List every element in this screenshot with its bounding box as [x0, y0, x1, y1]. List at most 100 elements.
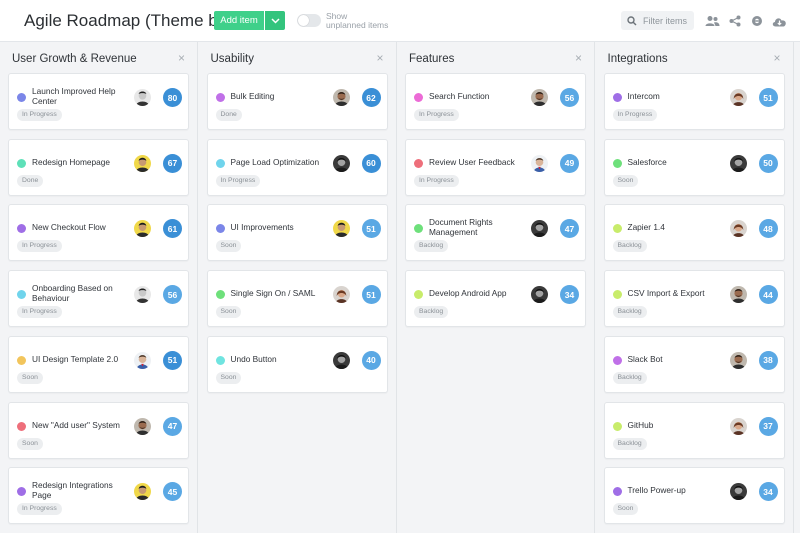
- chevron-down-icon: [270, 17, 280, 24]
- roadmap-card[interactable]: UI Design Template 2.0 Soon 51: [8, 335, 189, 393]
- filter-input[interactable]: Filter items: [621, 11, 694, 30]
- avatar[interactable]: [531, 89, 548, 106]
- avatar[interactable]: [134, 418, 151, 435]
- avatar[interactable]: [730, 89, 747, 106]
- score-badge: 34: [758, 482, 778, 502]
- settings-icon[interactable]: [748, 12, 766, 30]
- roadmap-card[interactable]: Document Rights Management Backlog 47: [405, 204, 586, 262]
- avatar[interactable]: [134, 155, 151, 172]
- score-badge: 47: [163, 416, 182, 436]
- avatar[interactable]: [134, 352, 151, 369]
- card-title: Page Load Optimization: [230, 156, 320, 167]
- roadmap-card[interactable]: New "Add user" System Soon 47: [8, 401, 189, 459]
- card-title: Review User Feedback: [429, 156, 515, 167]
- score-badge: 51: [758, 88, 778, 107]
- users-icon[interactable]: [703, 12, 721, 30]
- theme-color-dot: [17, 421, 26, 431]
- status-badge: Soon: [215, 240, 242, 253]
- status-badge: Backlog: [612, 306, 647, 319]
- roadmap-card[interactable]: Page Load Optimization In Progress 60: [206, 138, 388, 196]
- roadmap-card[interactable]: Zapier 1.4 Backlog 48: [603, 204, 785, 262]
- score-badge: 44: [758, 285, 778, 305]
- roadmap-card[interactable]: Salesforce Soon 50: [603, 138, 785, 196]
- roadmap-card[interactable]: Onboarding Based on Behaviour In Progress…: [8, 270, 189, 328]
- avatar[interactable]: [531, 220, 548, 237]
- avatar[interactable]: [134, 220, 151, 237]
- avatar[interactable]: [333, 352, 350, 369]
- roadmap-card[interactable]: CSV Import & Export Backlog 44: [603, 270, 785, 328]
- theme-color-dot: [612, 355, 622, 365]
- score-badge: 67: [163, 153, 182, 173]
- column-title: User Growth & Revenue: [12, 53, 137, 65]
- theme-color-dot: [612, 421, 622, 431]
- roadmap-card[interactable]: Intercom In Progress 51: [603, 73, 785, 130]
- share-icon[interactable]: [726, 12, 744, 30]
- theme-color-dot: [17, 93, 26, 102]
- score-badge: 51: [361, 219, 381, 239]
- roadmap-card[interactable]: New Checkout Flow In Progress 61: [8, 204, 189, 262]
- score-badge: 48: [758, 219, 778, 239]
- column-close-icon[interactable]: ×: [376, 51, 383, 65]
- avatar[interactable]: [730, 220, 747, 237]
- status-badge: In Progress: [215, 174, 261, 187]
- avatar[interactable]: [333, 220, 350, 237]
- status-badge: In Progress: [414, 174, 459, 187]
- cloud-download-icon[interactable]: [770, 12, 788, 30]
- column-close-icon[interactable]: ×: [773, 51, 780, 65]
- add-item-dropdown-button[interactable]: [265, 11, 285, 30]
- avatar[interactable]: [333, 89, 350, 106]
- theme-color-dot: [414, 290, 423, 300]
- status-badge: Done: [215, 109, 242, 121]
- card-title: Slack Bot: [627, 353, 663, 364]
- roadmap-card[interactable]: Launch Improved Help Center In Progress 80: [8, 73, 189, 130]
- avatar[interactable]: [134, 483, 151, 500]
- status-badge: In Progress: [414, 109, 459, 121]
- avatar[interactable]: [730, 286, 747, 303]
- roadmap-card[interactable]: Single Sign On / SAML Soon 51: [206, 270, 388, 328]
- roadmap-card[interactable]: Slack Bot Backlog 38: [603, 335, 785, 393]
- filter-placeholder: Filter items: [643, 15, 688, 26]
- avatar[interactable]: [730, 155, 747, 172]
- roadmap-card[interactable]: Review User Feedback In Progress 49: [405, 138, 586, 196]
- roadmap-card[interactable]: GitHub Backlog 37: [603, 401, 785, 459]
- column-close-icon[interactable]: ×: [575, 51, 582, 65]
- roadmap-card[interactable]: Redesign Integrations Page In Progress 45: [8, 467, 189, 525]
- theme-color-dot: [215, 93, 225, 102]
- avatar[interactable]: [730, 352, 747, 369]
- roadmap-card[interactable]: Redesign Homepage Done 67: [8, 138, 189, 196]
- show-unplanned-toggle[interactable]: [297, 14, 321, 27]
- score-badge: 47: [560, 219, 579, 239]
- theme-color-dot: [215, 224, 225, 234]
- theme-color-dot: [612, 487, 622, 497]
- roadmap-card[interactable]: Undo Button Soon 40: [206, 335, 388, 393]
- column-features: Features × Search Function In Progress 56 Rev…: [397, 42, 595, 533]
- status-badge: Done: [17, 174, 44, 187]
- avatar[interactable]: [333, 286, 350, 303]
- add-item-button[interactable]: Add item: [214, 11, 264, 30]
- show-unplanned-label: Show unplanned items: [326, 12, 388, 30]
- roadmap-card[interactable]: UI Improvements Soon 51: [206, 204, 388, 262]
- status-badge: Soon: [17, 371, 43, 384]
- status-badge: Backlog: [414, 306, 449, 319]
- score-badge: 62: [361, 88, 381, 107]
- theme-color-dot: [612, 93, 622, 102]
- theme-color-dot: [612, 158, 622, 168]
- card-title: Salesforce: [627, 156, 667, 167]
- roadmap-card[interactable]: Bulk Editing Done 62: [206, 73, 388, 130]
- column-usability: Usability × Bulk Editing Done 62 Page Load Op…: [198, 42, 397, 533]
- avatar[interactable]: [531, 286, 548, 303]
- avatar[interactable]: [134, 89, 151, 106]
- avatar[interactable]: [730, 483, 747, 500]
- status-badge: Soon: [612, 174, 639, 187]
- avatar[interactable]: [333, 155, 350, 172]
- avatar[interactable]: [531, 155, 548, 172]
- status-badge: Backlog: [414, 240, 449, 253]
- column-close-icon[interactable]: ×: [178, 51, 185, 65]
- roadmap-card[interactable]: Trello Power-up Soon 34: [603, 467, 785, 525]
- card-title: Onboarding Based on Behaviour: [32, 283, 113, 304]
- roadmap-card[interactable]: Search Function In Progress 56: [405, 73, 586, 130]
- avatar[interactable]: [730, 418, 747, 435]
- avatar[interactable]: [134, 286, 151, 303]
- card-title: New Checkout Flow: [32, 222, 106, 233]
- roadmap-card[interactable]: Develop Android App Backlog 34: [405, 270, 586, 328]
